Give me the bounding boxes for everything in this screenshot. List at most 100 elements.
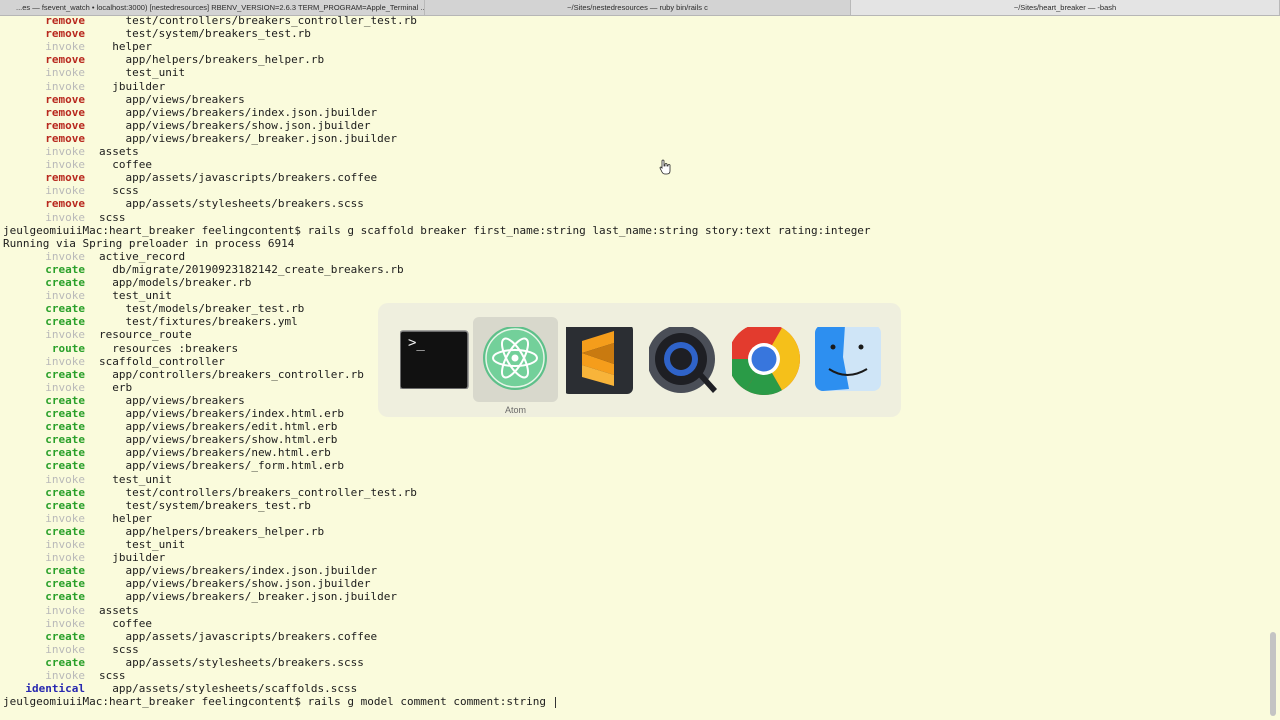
generator-action: invoke <box>45 328 85 342</box>
generator-action: invoke <box>45 289 85 303</box>
generator-target: app/views/breakers/_form.html.erb <box>125 459 345 473</box>
generator-line: invoke scss <box>3 210 126 224</box>
generator-line: create app/helpers/breakers_helper.rb <box>3 525 324 538</box>
generator-line: invoke scss <box>3 184 139 197</box>
generator-line: create test/models/breaker_test.rb <box>3 302 304 315</box>
app-switcher-selected-label: Atom <box>504 405 526 415</box>
generator-line: identical app/assets/stylesheets/scaffol… <box>3 682 357 695</box>
generator-line: invoke jbuilder <box>3 551 165 564</box>
generator-action: create <box>45 498 85 512</box>
generator-action: invoke <box>45 380 85 394</box>
generator-target: assets <box>99 603 139 617</box>
generator-target: app/assets/javascripts/breakers.coffee <box>125 629 378 643</box>
generator-target: scss <box>99 210 126 224</box>
generator-line: create app/views/breakers/show.json.jbui… <box>3 577 370 590</box>
line-text: jeulgeomiuiiMac:heart_breaker feelingcon… <box>3 695 553 709</box>
sublime-text-icon <box>566 327 633 394</box>
generator-line: remove app/views/breakers/index.json.jbu… <box>3 106 377 119</box>
generator-target: app/views/breakers <box>125 92 245 106</box>
generator-action: remove <box>45 105 85 119</box>
generator-target: test/controllers/breakers_controller_tes… <box>125 14 417 27</box>
generator-action: invoke <box>45 79 85 93</box>
generator-action: create <box>45 446 85 460</box>
app-chrome[interactable] <box>722 317 807 402</box>
mouse-pointer-icon <box>659 159 671 175</box>
terminal-line: Running via Spring preloader in process … <box>3 237 294 250</box>
generator-target: app/assets/javascripts/breakers.coffee <box>125 171 378 185</box>
generator-target: helper <box>112 511 152 525</box>
generator-line: create app/views/breakers/show.html.erb <box>3 433 337 446</box>
terminal-scrollbar[interactable] <box>1270 632 1276 716</box>
generator-line: remove test/controllers/breakers_control… <box>3 14 417 27</box>
generator-target: test/system/breakers_test.rb <box>125 27 311 41</box>
generator-target: coffee <box>112 158 152 172</box>
app-quicktime[interactable] <box>639 317 724 402</box>
generator-line: remove app/assets/javascripts/breakers.c… <box>3 171 377 184</box>
generator-target: test_unit <box>112 472 172 486</box>
generator-target: test_unit <box>125 66 186 80</box>
app-terminal[interactable]: >_ <box>390 317 475 402</box>
generator-target: test/controllers/breakers_controller_tes… <box>125 485 417 499</box>
generator-action: invoke <box>45 551 85 565</box>
chrome-icon <box>732 327 800 396</box>
generator-target: test/fixtures/breakers.yml <box>125 315 298 329</box>
generator-line: invoke helper <box>3 512 152 525</box>
generator-action: invoke <box>45 249 85 263</box>
app-atom[interactable]: Atom <box>473 317 558 415</box>
generator-action: create <box>45 590 85 604</box>
generator-action: create <box>45 276 85 289</box>
generator-line: invoke coffee <box>3 617 152 630</box>
text-cursor <box>554 696 556 708</box>
generator-target: test/system/breakers_test.rb <box>125 498 311 512</box>
app-finder[interactable] <box>805 317 890 402</box>
generator-action: invoke <box>45 472 85 486</box>
generator-action: create <box>45 655 85 669</box>
generator-line: create test/fixtures/breakers.yml <box>3 315 298 329</box>
tab-fsevent-watch[interactable]: ...es — fsevent_watch • localhost:3000) … <box>0 0 425 15</box>
generator-action: create <box>45 262 85 276</box>
generator-target: coffee <box>112 616 152 630</box>
generator-action: create <box>45 524 85 538</box>
app-sublime-text[interactable] <box>556 317 641 402</box>
generator-line: create app/views/breakers/index.json.jbu… <box>3 564 377 577</box>
tab-nestedresources[interactable]: ~/Sites/nestedresources — ruby bin/rails… <box>425 0 851 15</box>
generator-target: app/assets/stylesheets/breakers.scss <box>125 655 364 669</box>
generator-line: invoke helper <box>3 40 152 53</box>
generator-target: app/views/breakers/_breaker.json.jbuilde… <box>125 590 398 604</box>
generator-line: invoke resource_route <box>3 328 191 342</box>
generator-action: route <box>51 341 85 355</box>
generator-target: app/helpers/breakers_helper.rb <box>125 524 325 538</box>
generator-action: invoke <box>45 210 85 224</box>
generator-target: app/views/breakers/new.html.erb <box>125 446 331 460</box>
tab-heart-breaker[interactable]: ~/Sites/heart_breaker — -bash <box>851 0 1280 15</box>
generator-target: jbuilder <box>112 551 166 565</box>
app-switcher: >_ Atom <box>378 303 901 417</box>
generator-action: invoke <box>45 40 85 54</box>
generator-line: invoke test_unit <box>3 473 172 486</box>
generator-line: create test/system/breakers_test.rb <box>3 499 311 512</box>
generator-action: create <box>45 564 85 578</box>
generator-action: remove <box>45 92 85 106</box>
generator-line: create app/views/breakers/_breaker.json.… <box>3 590 397 603</box>
generator-line: invoke test_unit <box>3 66 185 79</box>
generator-line: route resources :breakers <box>3 342 238 355</box>
generator-line: invoke scss <box>3 643 139 656</box>
generator-action: create <box>45 367 85 381</box>
generator-line: create app/views/breakers/_form.html.erb <box>3 459 344 472</box>
